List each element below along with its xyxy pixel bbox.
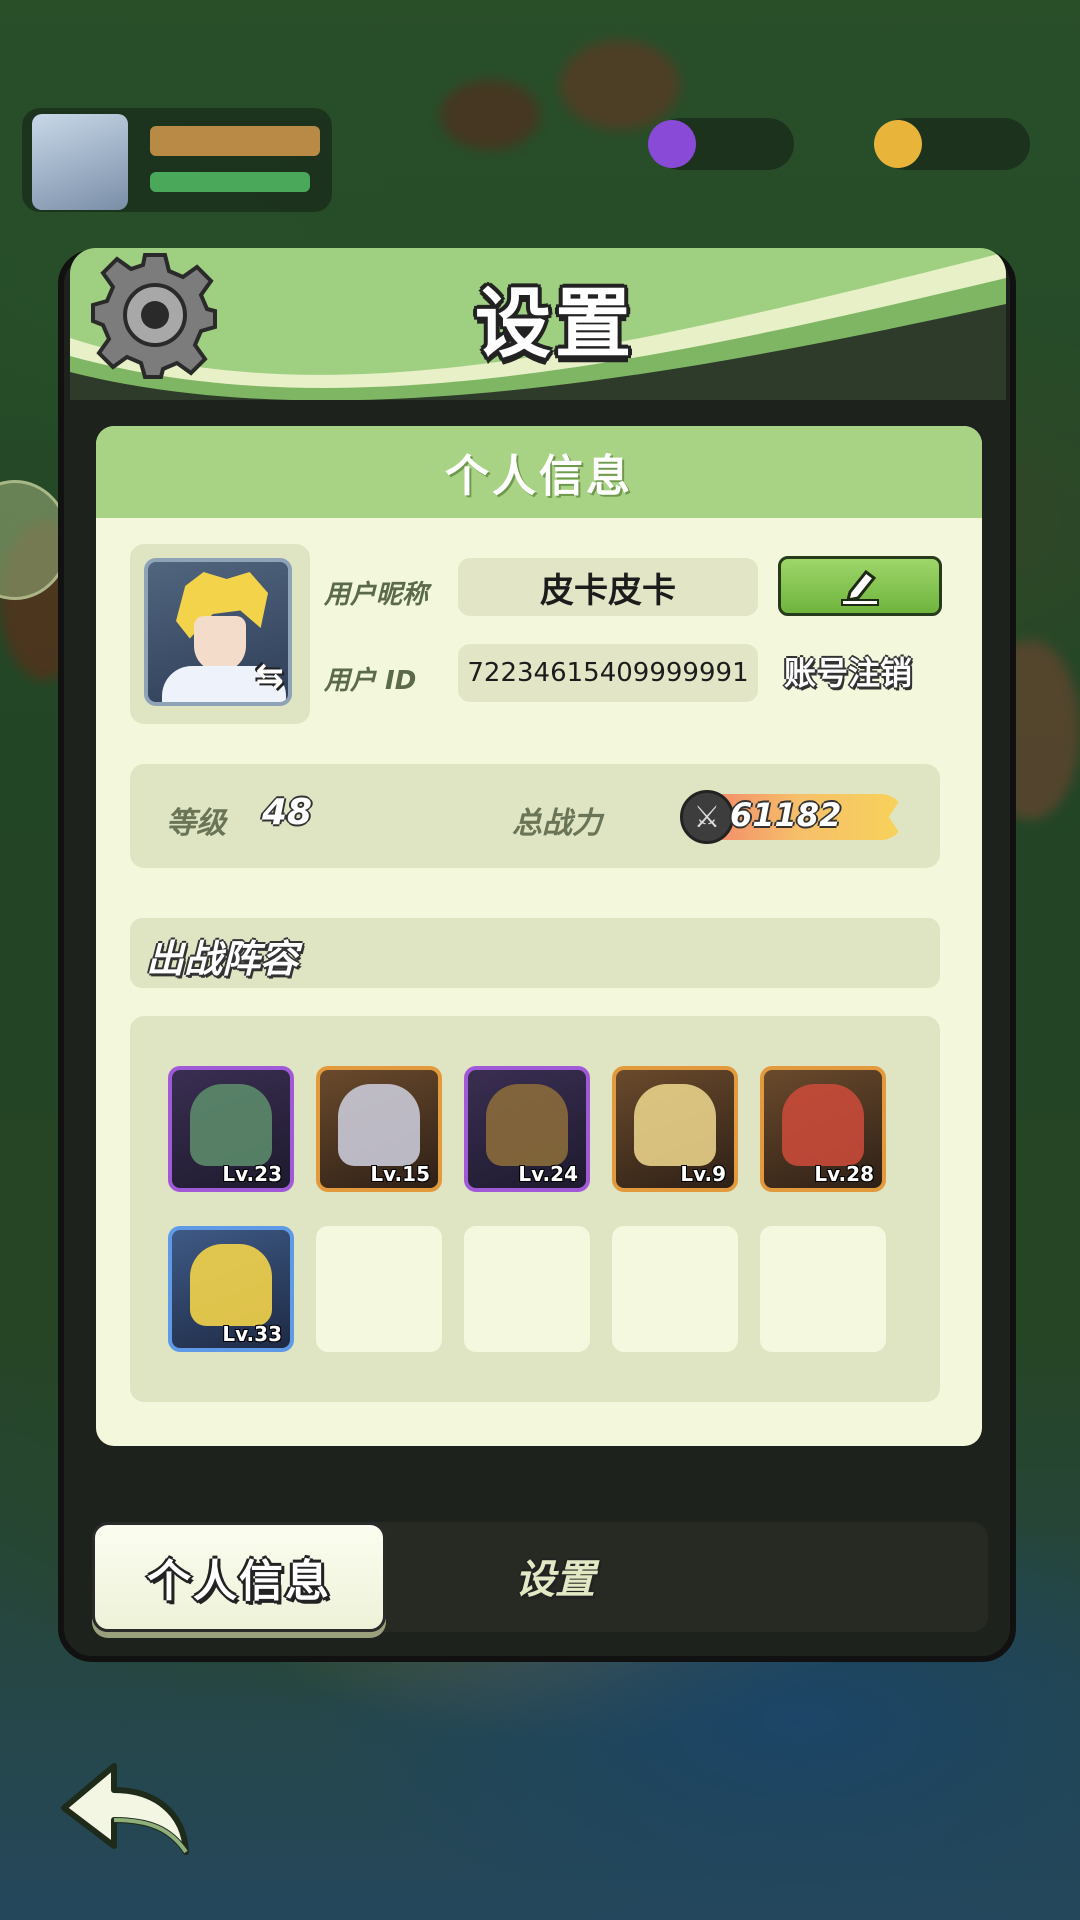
user-id-field: 72234615409999991	[458, 644, 758, 702]
hero-level: Lv.9	[680, 1162, 726, 1186]
swap-arrows-icon[interactable]: ⇆	[256, 656, 285, 696]
stats-row: 等级 48 总战力 ⚔ 61182	[130, 764, 940, 868]
hero-slot[interactable]: Lv.24	[464, 1066, 590, 1192]
lineup-grid: Lv.23 Lv.15 Lv.24 Lv.9 Lv.28 Lv.33	[130, 1016, 940, 1402]
gear-icon	[90, 250, 220, 380]
level-value: 48	[262, 792, 313, 833]
pencil-icon	[841, 569, 879, 606]
tab-profile[interactable]: 个人信息	[92, 1522, 386, 1632]
lineup-title: 出战阵容	[146, 937, 299, 981]
hero-slot[interactable]: Lv.15	[316, 1066, 442, 1192]
profile-card: 个人信息 ⇆ 用户昵称 皮卡皮卡 用户 ID 72234615409999991…	[96, 426, 982, 1446]
profile-card-header: 个人信息	[96, 426, 982, 518]
power-value: 61182	[730, 796, 842, 834]
hero-portrait	[338, 1084, 420, 1166]
hero-level: Lv.23	[222, 1162, 282, 1186]
hud-avatar-icon	[32, 114, 128, 210]
hero-level: Lv.33	[222, 1322, 282, 1346]
tab-profile-label: 个人信息	[147, 1556, 331, 1607]
profile-card-title: 个人信息	[445, 451, 633, 502]
hud-name-bar	[150, 126, 320, 156]
page-title: 设置	[475, 279, 635, 368]
empty-hero-slot[interactable]	[760, 1226, 886, 1352]
hero-level: Lv.28	[814, 1162, 874, 1186]
gem-icon	[648, 120, 696, 168]
avatar[interactable]: ⇆	[144, 558, 292, 706]
crossed-swords-icon: ⚔	[680, 790, 734, 844]
hud-gold-counter	[874, 118, 1030, 170]
hero-level: Lv.15	[370, 1162, 430, 1186]
empty-hero-slot[interactable]	[612, 1226, 738, 1352]
avatar-frame[interactable]: ⇆	[130, 544, 310, 724]
edit-nickname-button[interactable]	[778, 556, 942, 616]
empty-hero-slot[interactable]	[316, 1226, 442, 1352]
cancel-account-link[interactable]: 账号注销	[784, 648, 912, 694]
hud-player-card	[22, 108, 332, 212]
nickname-value: 皮卡皮卡	[540, 570, 676, 611]
user-id-value: 72234615409999991	[467, 658, 749, 688]
power-label: 总战力	[512, 806, 602, 841]
back-arrow-icon[interactable]	[58, 1756, 194, 1858]
lineup-header: 出战阵容	[130, 918, 940, 988]
hero-portrait	[190, 1084, 272, 1166]
hero-slot[interactable]: Lv.9	[612, 1066, 738, 1192]
user-id-label: 用户 ID	[324, 666, 417, 696]
hero-portrait	[190, 1244, 272, 1326]
nickname-label: 用户昵称	[324, 580, 429, 610]
nickname-field: 皮卡皮卡	[458, 558, 758, 616]
gold-coin-icon	[874, 120, 922, 168]
hero-portrait	[634, 1084, 716, 1166]
hero-slot[interactable]: Lv.28	[760, 1066, 886, 1192]
power-badge: ⚔ 61182	[680, 790, 908, 844]
level-label: 等级	[166, 806, 226, 841]
hero-level: Lv.24	[518, 1162, 578, 1186]
hero-portrait	[782, 1084, 864, 1166]
hud-exp-bar	[150, 172, 310, 192]
hero-slot[interactable]: Lv.23	[168, 1066, 294, 1192]
tab-settings[interactable]: 设置	[470, 1546, 640, 1606]
hero-portrait	[486, 1084, 568, 1166]
hero-slot[interactable]: Lv.33	[168, 1226, 294, 1352]
empty-hero-slot[interactable]	[464, 1226, 590, 1352]
hud-gem-counter	[648, 118, 794, 170]
tab-settings-label: 设置	[515, 1557, 595, 1603]
